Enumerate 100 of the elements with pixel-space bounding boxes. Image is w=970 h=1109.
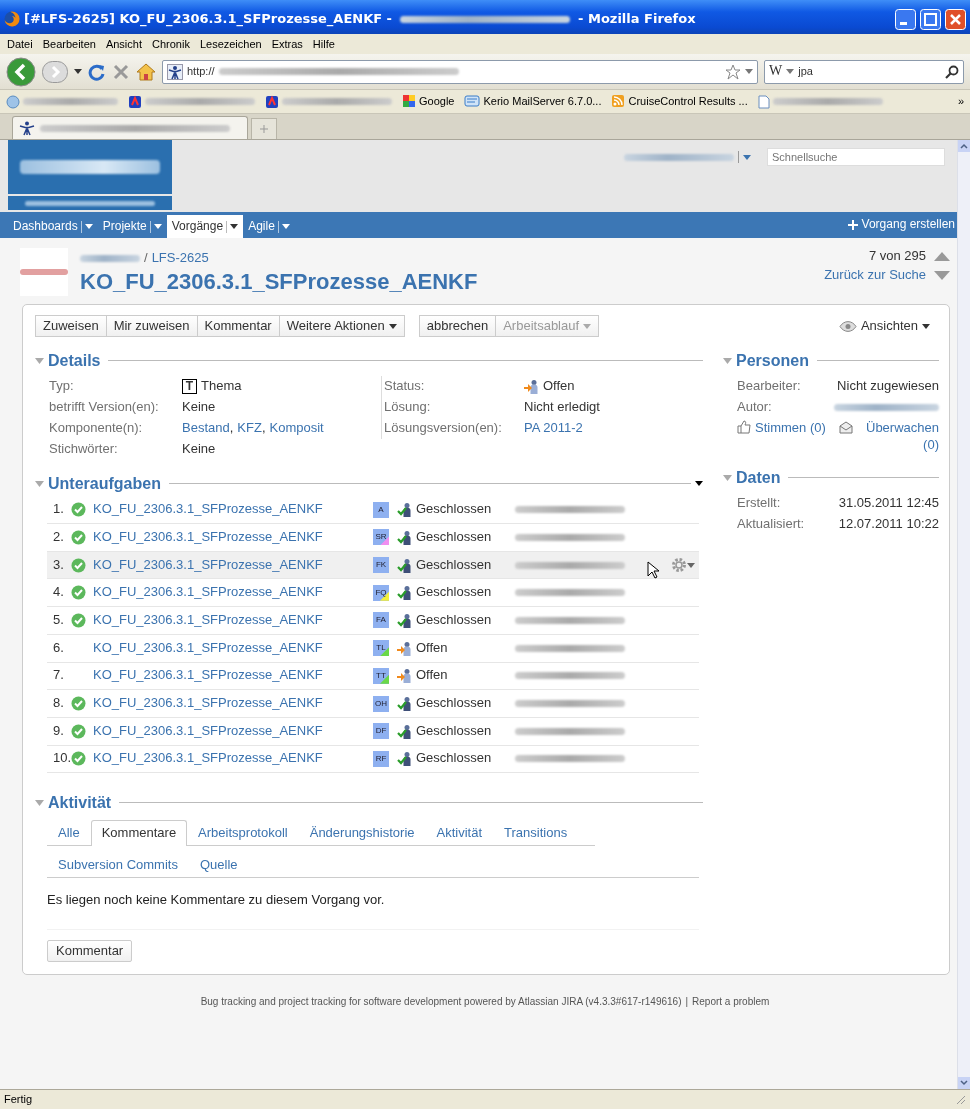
more-bookmarks-button[interactable]: » <box>957 94 964 109</box>
previous-issue-icon[interactable] <box>934 251 950 261</box>
engine-caret-icon[interactable] <box>786 69 795 74</box>
resize-grip-icon[interactable] <box>954 1093 966 1105</box>
history-caret-icon[interactable] <box>74 69 82 74</box>
menu-item[interactable]: Ansicht <box>100 36 147 52</box>
menu-item[interactable]: Extras <box>266 36 308 52</box>
section-heading[interactable]: Personen <box>736 351 809 371</box>
issue-type-icon: T <box>182 379 197 395</box>
activity-tab[interactable]: Kommentare <box>90 820 188 847</box>
activity-tab[interactable]: Quelle <box>188 852 249 879</box>
section-heading[interactable]: Unteraufgaben <box>48 474 161 494</box>
minimize-button[interactable] <box>895 8 916 30</box>
menu-item[interactable]: Datei <box>2 36 38 52</box>
collapse-triangle-icon[interactable] <box>35 357 44 364</box>
address-field[interactable]: http:// <box>162 59 758 84</box>
search-field[interactable]: W jpa <box>764 59 964 84</box>
section-heading[interactable]: Aktivität <box>48 793 112 813</box>
votes-link[interactable]: Stimmen (0) <box>755 420 826 438</box>
user-caret-icon[interactable] <box>743 154 751 160</box>
toolbar-button[interactable]: Weitere Aktionen <box>279 315 405 337</box>
bookmark-link[interactable]: Google <box>419 94 455 109</box>
forward-button[interactable] <box>42 60 68 83</box>
stop-icon[interactable] <box>112 62 130 81</box>
subtask-link[interactable]: KO_FU_2306.3.1_SFProzesse_AENKF <box>93 528 373 546</box>
subtask-link[interactable]: KO_FU_2306.3.1_SFProzesse_AENKF <box>93 722 373 740</box>
field-label: Lösung: <box>384 399 432 417</box>
menu-item[interactable]: Bearbeiten <box>37 36 101 52</box>
subtask-options-caret-icon[interactable] <box>695 481 703 487</box>
bookmark-link[interactable]: CruiseControl Results ... <box>628 94 748 109</box>
browser-tab[interactable] <box>12 116 248 139</box>
field-link[interactable]: PA 2011-2 <box>524 420 583 438</box>
field-link[interactable]: Bestand <box>182 420 230 438</box>
toolbar-button[interactable]: Kommentar <box>197 315 280 337</box>
subtask-link[interactable]: KO_FU_2306.3.1_SFProzesse_AENKF <box>93 695 373 712</box>
toolbar-button[interactable]: Mir zuweisen <box>106 315 198 337</box>
issue-key-link[interactable]: LFS-2625 <box>151 249 209 267</box>
field-link[interactable]: Komposit <box>269 420 324 438</box>
close-button[interactable] <box>945 8 966 30</box>
subtask-link[interactable]: KO_FU_2306.3.1_SFProzesse_AENKF <box>93 612 373 629</box>
collapse-triangle-icon[interactable] <box>35 799 44 806</box>
issue-type-icon: OH <box>373 695 389 712</box>
menu-item[interactable]: Lesezeichen <box>194 36 267 52</box>
row-actions-button[interactable] <box>671 557 695 574</box>
row-number: 8. <box>53 695 65 712</box>
back-button[interactable] <box>6 56 36 87</box>
url-caret-icon[interactable] <box>745 69 753 74</box>
comment-button[interactable]: Kommentar <box>47 940 133 963</box>
field-link[interactable]: KFZ <box>237 420 262 438</box>
report-problem-link[interactable]: Report a problem <box>692 995 770 1009</box>
scroll-up-icon[interactable] <box>958 140 970 152</box>
section-heading[interactable]: Details <box>48 351 101 371</box>
activity-tab[interactable]: Subversion Commits <box>47 852 189 879</box>
scrollbar[interactable] <box>957 140 970 1089</box>
subtask-link[interactable]: KO_FU_2306.3.1_SFProzesse_AENKF <box>93 667 373 685</box>
views-button[interactable]: Ansichten <box>831 315 937 337</box>
subtask-link[interactable]: KO_FU_2306.3.1_SFProzesse_AENKF <box>93 750 373 768</box>
subtask-link[interactable]: KO_FU_2306.3.1_SFProzesse_AENKF <box>93 501 373 519</box>
quick-search-field[interactable]: Schnellsuche <box>767 148 945 166</box>
nav-caret-icon[interactable] <box>230 224 239 229</box>
search-icon[interactable] <box>945 64 959 79</box>
collapse-triangle-icon[interactable] <box>35 480 44 487</box>
field-label: Stichwörter: <box>49 441 119 459</box>
feed-icon <box>611 94 626 109</box>
menu-item[interactable]: Chronik <box>147 36 195 52</box>
activity-tab[interactable]: Arbeitsprotokoll <box>187 820 299 847</box>
activity-tab[interactable]: Transitions <box>493 820 579 847</box>
activity-tab[interactable]: Aktivität <box>425 820 494 847</box>
menu-item[interactable]: Hilfe <box>307 36 340 52</box>
search-text: jpa <box>798 64 814 79</box>
scroll-down-icon[interactable] <box>958 1077 970 1089</box>
next-issue-icon[interactable] <box>934 270 950 280</box>
subtask-link[interactable]: KO_FU_2306.3.1_SFProzesse_AENKF <box>93 556 373 574</box>
subtask-link[interactable]: KO_FU_2306.3.1_SFProzesse_AENKF <box>93 584 373 602</box>
watchers-link[interactable]: Überwachen (0) <box>857 420 939 454</box>
field-value: 31.05.2011 12:45 <box>838 495 939 513</box>
collapse-triangle-icon[interactable] <box>723 357 732 364</box>
toolbar-button[interactable]: abbrechen <box>418 315 497 337</box>
toolbar-button[interactable]: Zuweisen <box>35 315 107 337</box>
nav-tab[interactable]: Agile <box>243 215 295 238</box>
back-to-search-link[interactable]: Zurück zur Suche <box>824 266 926 284</box>
bookmark-star-icon[interactable] <box>725 63 741 80</box>
nav-tab[interactable]: Projekte <box>97 215 167 238</box>
nav-tab[interactable]: Dashboards <box>8 215 98 238</box>
firefox-icon <box>4 11 20 27</box>
bookmark-link[interactable]: Kerio MailServer 6.7.0... <box>483 94 602 109</box>
nav-tab[interactable]: Vorgänge <box>166 215 244 238</box>
issue-type-icon: TL <box>373 640 389 657</box>
status-text: Geschlossen <box>416 501 492 519</box>
activity-tab[interactable]: Alle <box>47 820 91 847</box>
collapse-triangle-icon[interactable] <box>723 474 732 481</box>
home-icon[interactable] <box>136 62 156 81</box>
status-text: Offen <box>416 667 448 685</box>
create-issue-link[interactable]: Vorgang erstellen <box>861 217 955 233</box>
reload-icon[interactable] <box>88 62 106 81</box>
row-number: 1. <box>53 501 65 519</box>
subtask-link[interactable]: KO_FU_2306.3.1_SFProzesse_AENKF <box>93 639 373 657</box>
maximize-button[interactable] <box>920 8 941 30</box>
activity-tab[interactable]: Änderungshistorie <box>298 820 426 847</box>
section-heading[interactable]: Daten <box>736 467 781 488</box>
